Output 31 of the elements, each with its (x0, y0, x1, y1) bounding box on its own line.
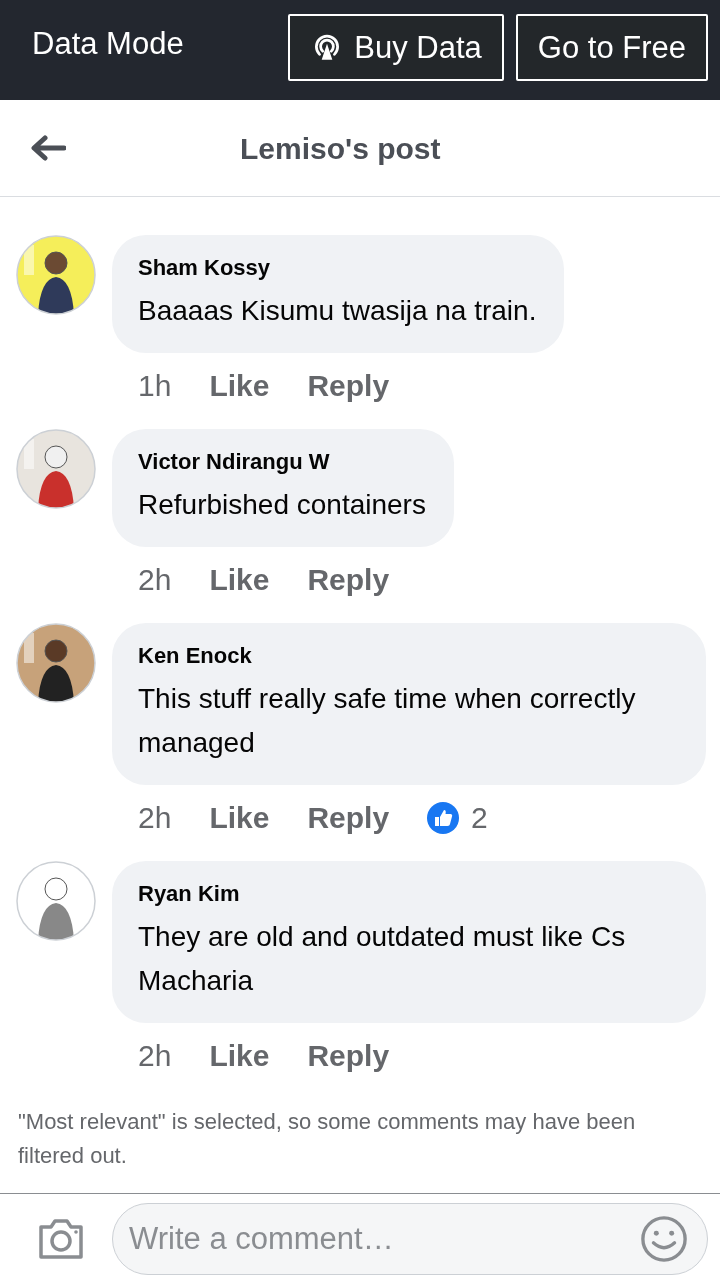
comment-action-link[interactable]: Reply (307, 801, 390, 835)
comment-author[interactable]: Ryan Kim (138, 881, 678, 907)
comment-time: 1h (138, 369, 172, 403)
smiley-icon[interactable] (640, 1214, 688, 1263)
comment-text: This stuff really safe time when correctly managed (138, 682, 637, 760)
comment-text: They are old and outdated must like Cs Macharia (138, 920, 627, 998)
back-arrow-icon[interactable] (30, 134, 66, 162)
data-button[interactable]: Buy Data (288, 14, 504, 81)
comment-action-link[interactable]: Like (209, 1039, 270, 1073)
camera-icon[interactable] (36, 1216, 86, 1261)
post-title: Lemiso's post (240, 132, 441, 166)
comment-action-link[interactable]: Like (209, 801, 270, 835)
filter-note: "Most relevant" is selected, so some comments may have been filtered out. (18, 1108, 637, 1170)
comment-author[interactable]: Victor Ndirangu W (138, 449, 426, 475)
comment-action-link[interactable]: Reply (307, 1039, 390, 1073)
reaction-count: 2 (471, 801, 488, 835)
comment-text: Baaaas Kisumu twasija na train. (138, 294, 537, 328)
comment-action-link[interactable]: Like (209, 563, 270, 597)
comment-time: 2h (138, 1039, 172, 1073)
comment-action-link[interactable]: Reply (307, 563, 390, 597)
comment-action-link[interactable]: Like (209, 369, 270, 403)
comment-author[interactable]: Ken Enock (138, 643, 678, 669)
comment-author[interactable]: Sham Kossy (138, 255, 537, 281)
comment-time: 2h (138, 801, 172, 835)
comment-input-field[interactable]: Write a comment… (112, 1202, 708, 1275)
comment-text: Refurbished containers (138, 488, 426, 522)
comment-time: 2h (138, 563, 172, 597)
thumbs-up-icon (427, 802, 460, 834)
comment-action-link[interactable]: Reply (307, 369, 390, 403)
data-button[interactable]: Go to Free (515, 14, 708, 81)
data-mode-label: Data Mode (32, 26, 184, 62)
